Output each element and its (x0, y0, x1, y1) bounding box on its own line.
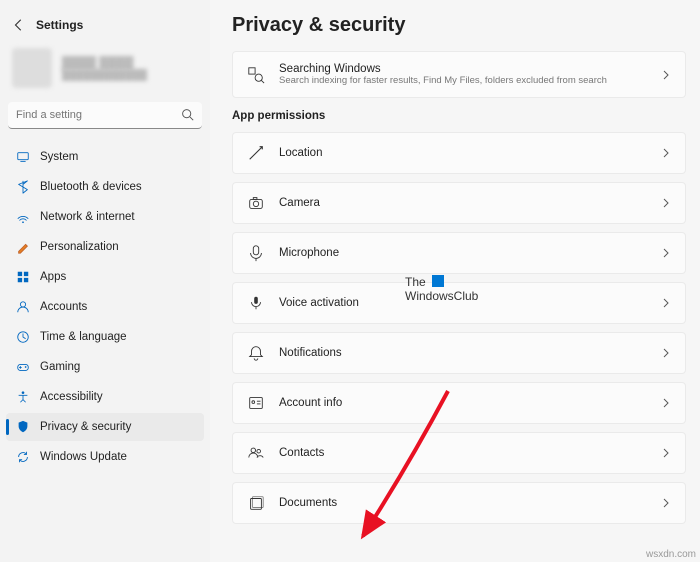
nav-item-personalization[interactable]: Personalization (6, 233, 204, 261)
avatar (12, 48, 52, 88)
account-info-icon (247, 394, 265, 412)
permission-item-location[interactable]: Location (232, 132, 686, 174)
main-content: Privacy & security Searching Windows Sea… (210, 0, 700, 562)
nav-label: Bluetooth & devices (40, 181, 142, 193)
app-title: Settings (36, 18, 83, 32)
nav-label: Accounts (40, 301, 87, 313)
search-box[interactable] (8, 102, 202, 129)
nav-item-apps[interactable]: Apps (6, 263, 204, 291)
nav-item-time[interactable]: Time & language (6, 323, 204, 351)
bluetooth-icon (16, 180, 30, 194)
item-label: Documents (279, 497, 337, 509)
documents-icon (247, 494, 265, 512)
page-title: Privacy & security (232, 14, 686, 37)
nav-item-bluetooth[interactable]: Bluetooth & devices (6, 173, 204, 201)
chevron-right-icon (661, 148, 671, 158)
search-windows-icon (247, 66, 265, 84)
user-block[interactable]: ████ ████ ████████████ (6, 44, 204, 102)
location-icon (247, 144, 265, 162)
update-icon (16, 450, 30, 464)
section-label: App permissions (232, 110, 686, 122)
permission-item-microphone[interactable]: Microphone (232, 232, 686, 274)
footer-watermark: wsxdn.com (646, 549, 696, 560)
gaming-icon (16, 360, 30, 374)
chevron-right-icon (661, 298, 671, 308)
contacts-icon (247, 444, 265, 462)
network-icon (16, 210, 30, 224)
item-label: Contacts (279, 447, 324, 459)
time-icon (16, 330, 30, 344)
user-email: ████████████ (62, 70, 147, 81)
camera-icon (247, 194, 265, 212)
nav-item-accessibility[interactable]: Accessibility (6, 383, 204, 411)
nav-label: Privacy & security (40, 421, 131, 433)
item-label: Notifications (279, 347, 342, 359)
permission-item-camera[interactable]: Camera (232, 182, 686, 224)
system-icon (16, 150, 30, 164)
nav-list: System Bluetooth & devices Network & inter… (6, 143, 204, 471)
search-icon (181, 108, 194, 121)
user-name: ████ ████ (62, 56, 147, 70)
search-input[interactable] (8, 102, 202, 129)
apps-icon (16, 270, 30, 284)
nav-item-system[interactable]: System (6, 143, 204, 171)
nav-label: Time & language (40, 331, 127, 343)
nav-item-update[interactable]: Windows Update (6, 443, 204, 471)
item-label: Microphone (279, 247, 339, 259)
sidebar: Settings ████ ████ ████████████ System Bl… (0, 0, 210, 562)
accessibility-icon (16, 390, 30, 404)
item-label: Account info (279, 397, 342, 409)
nav-label: Accessibility (40, 391, 103, 403)
chevron-right-icon (661, 198, 671, 208)
nav-label: Windows Update (40, 451, 127, 463)
personalization-icon (16, 240, 30, 254)
card-subtitle: Search indexing for faster results, Find… (279, 75, 607, 86)
permission-item-account-info[interactable]: Account info (232, 382, 686, 424)
nav-item-accounts[interactable]: Accounts (6, 293, 204, 321)
nav-item-privacy[interactable]: Privacy & security (6, 413, 204, 441)
chevron-right-icon (661, 248, 671, 258)
bell-icon (247, 344, 265, 362)
chevron-right-icon (661, 398, 671, 408)
privacy-icon (16, 420, 30, 434)
card-title: Searching Windows (279, 63, 607, 75)
item-label: Location (279, 147, 322, 159)
nav-label: Gaming (40, 361, 80, 373)
nav-label: Apps (40, 271, 66, 283)
permission-item-bell[interactable]: Notifications (232, 332, 686, 374)
nav-label: Personalization (40, 241, 119, 253)
chevron-right-icon (661, 448, 671, 458)
item-label: Camera (279, 197, 320, 209)
voice-icon (247, 294, 265, 312)
accounts-icon (16, 300, 30, 314)
chevron-right-icon (661, 498, 671, 508)
searching-windows-item[interactable]: Searching Windows Search indexing for fa… (232, 51, 686, 98)
chevron-right-icon (661, 348, 671, 358)
permission-item-contacts[interactable]: Contacts (232, 432, 686, 474)
nav-label: System (40, 151, 78, 163)
chevron-right-icon (661, 70, 671, 80)
item-label: Voice activation (279, 297, 359, 309)
permission-item-documents[interactable]: Documents (232, 482, 686, 524)
nav-item-gaming[interactable]: Gaming (6, 353, 204, 381)
microphone-icon (247, 244, 265, 262)
permission-item-voice[interactable]: Voice activation (232, 282, 686, 324)
back-button[interactable] (12, 18, 26, 32)
nav-label: Network & internet (40, 211, 135, 223)
nav-item-network[interactable]: Network & internet (6, 203, 204, 231)
